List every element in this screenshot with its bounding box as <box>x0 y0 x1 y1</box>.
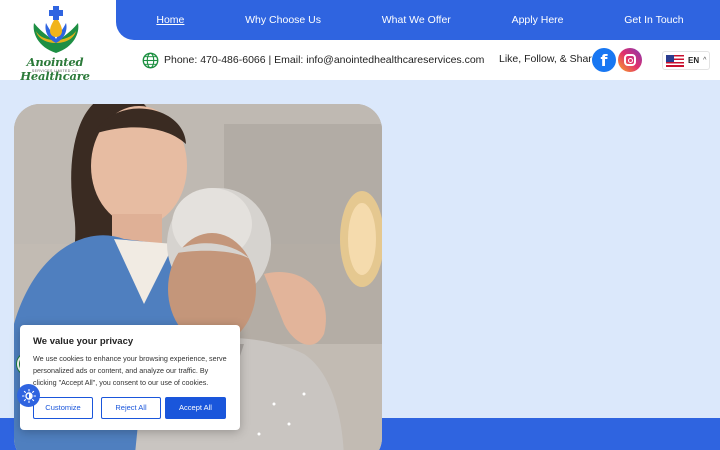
customize-button[interactable]: Customize <box>33 397 93 419</box>
cookie-description: We use cookies to enhance your browsing … <box>33 354 227 387</box>
sun-icon <box>21 388 36 403</box>
nav-home[interactable]: Home <box>156 14 184 26</box>
language-selector[interactable]: EN ^ <box>662 51 710 70</box>
cookie-consent-banner: We value your privacy We use cookies to … <box>20 325 240 430</box>
chevron-up-icon: ^ <box>703 57 707 64</box>
instagram-lens <box>627 57 633 63</box>
site-header: Anointed Healthcare SERVICES LIMITED CO … <box>0 0 720 83</box>
brand-logo[interactable]: Anointed Healthcare SERVICES LIMITED CO <box>8 3 102 83</box>
main-navigation: Home Why Choose Us What We Offer Apply H… <box>116 0 720 40</box>
nav-why-choose-us[interactable]: Why Choose Us <box>245 14 321 26</box>
globe-icon <box>142 52 159 68</box>
facebook-icon[interactable]: f <box>592 48 616 72</box>
contact-info: Phone: 470-486-6066 | Email: info@anoint… <box>142 51 484 69</box>
language-code: EN <box>688 56 700 65</box>
social-share-label: Like, Follow, & Share! <box>499 53 601 65</box>
instagram-icon[interactable] <box>618 48 642 72</box>
nav-get-in-touch[interactable]: Get In Touch <box>624 14 683 26</box>
cookie-title: We value your privacy <box>33 336 134 347</box>
contrast-toggle-icon[interactable] <box>17 384 40 407</box>
logo-mark-icon <box>33 6 79 53</box>
contact-text[interactable]: Phone: 470-486-6066 | Email: info@anoint… <box>164 54 484 66</box>
accept-all-button[interactable]: Accept All <box>165 397 226 419</box>
reject-all-button[interactable]: Reject All <box>101 397 161 419</box>
us-flag-icon <box>666 54 684 67</box>
brand-subtitle: SERVICES LIMITED CO <box>31 69 79 73</box>
nav-what-we-offer[interactable]: What We Offer <box>382 14 451 26</box>
nav-apply-here[interactable]: Apply Here <box>512 14 564 26</box>
